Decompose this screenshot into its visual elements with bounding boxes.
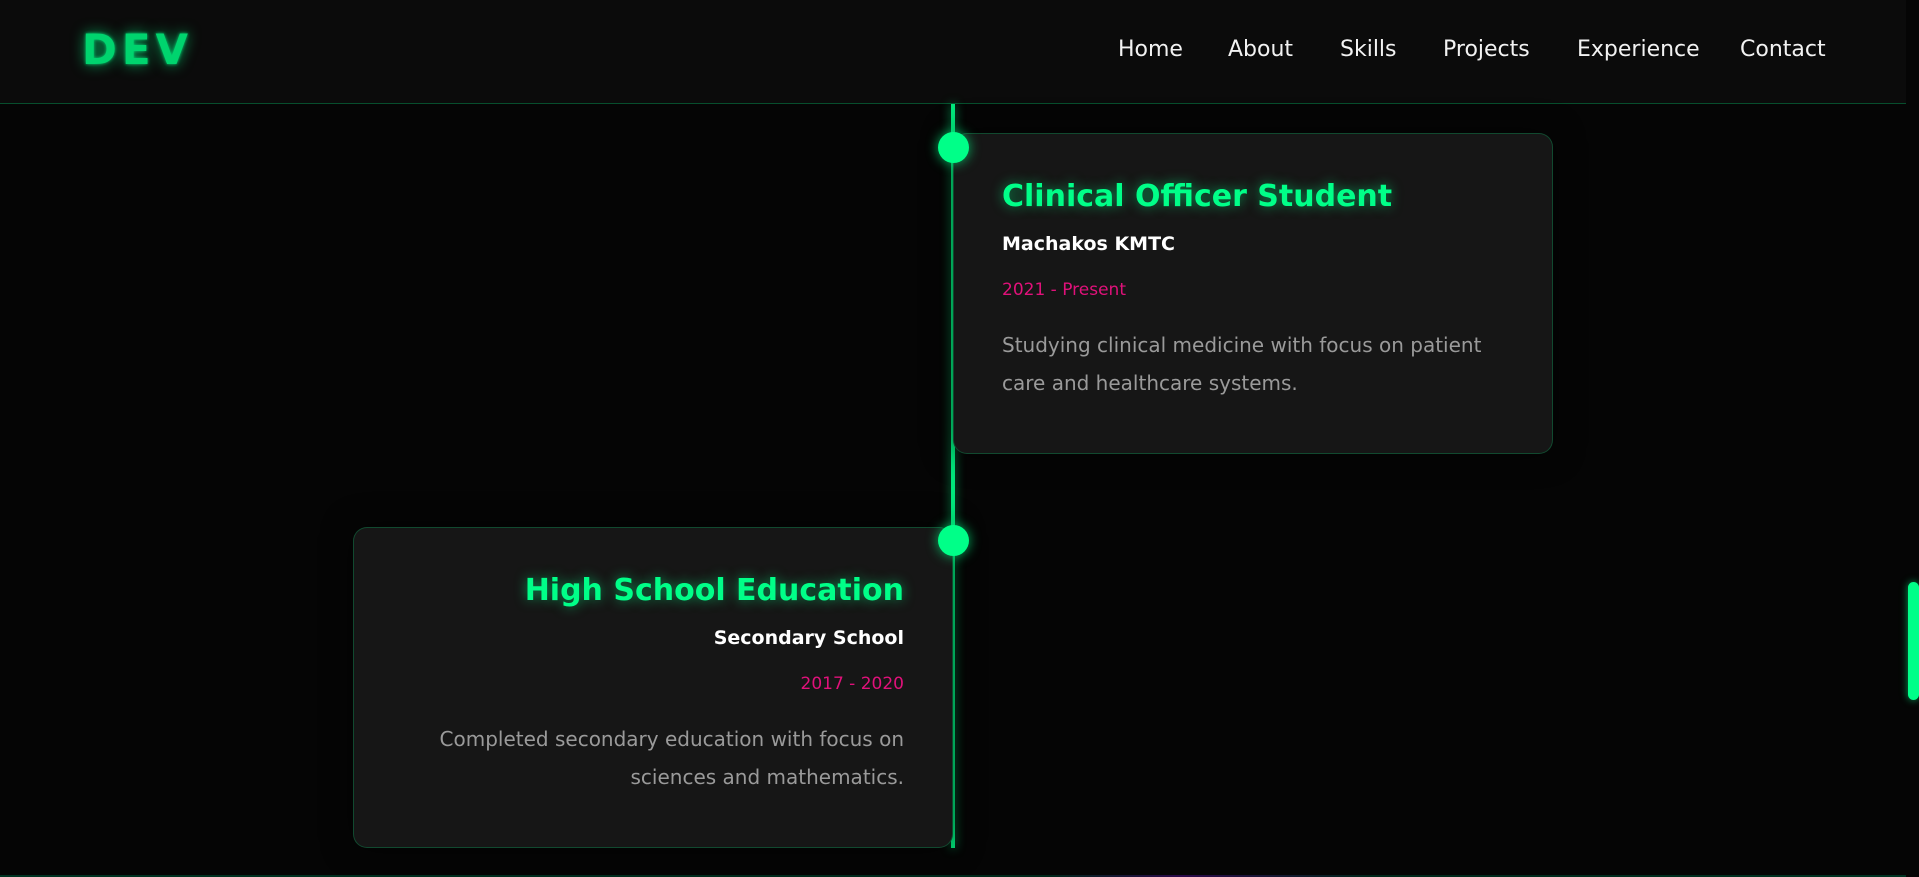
timeline-card-description: Studying clinical medicine with focus on…	[1002, 333, 1482, 395]
nav-link-home[interactable]: Home	[1118, 33, 1183, 67]
page: DEV Home About Skills Projects Experienc…	[0, 0, 1919, 877]
scrollbar-thumb[interactable]	[1908, 582, 1919, 700]
timeline-dot	[938, 525, 969, 556]
timeline-card-title: Clinical Officer Student	[1002, 179, 1393, 214]
timeline-card-organization: Machakos KMTC	[1002, 233, 1175, 255]
nav-link-experience[interactable]: Experience	[1577, 33, 1700, 67]
navbar: DEV Home About Skills Projects Experienc…	[0, 0, 1906, 104]
nav-link-projects[interactable]: Projects	[1443, 33, 1530, 67]
timeline-card-high-school: High School Education Secondary School 2…	[353, 527, 953, 848]
timeline-card-date: 2017 - 2020	[800, 674, 904, 694]
timeline-dot	[938, 132, 969, 163]
nav-menu: Home About Skills Projects Experience Co…	[0, 33, 1906, 67]
timeline-card-organization: Secondary School	[713, 627, 904, 649]
timeline-card-clinical: Clinical Officer Student Machakos KMTC 2…	[953, 133, 1553, 454]
timeline-card-date: 2021 - Present	[1002, 280, 1126, 300]
nav-link-contact[interactable]: Contact	[1740, 33, 1826, 67]
timeline-card-description: Completed secondary education with focus…	[439, 727, 904, 789]
timeline-card-title: High School Education	[524, 573, 904, 608]
nav-link-skills[interactable]: Skills	[1340, 33, 1397, 67]
nav-link-about[interactable]: About	[1228, 33, 1293, 67]
